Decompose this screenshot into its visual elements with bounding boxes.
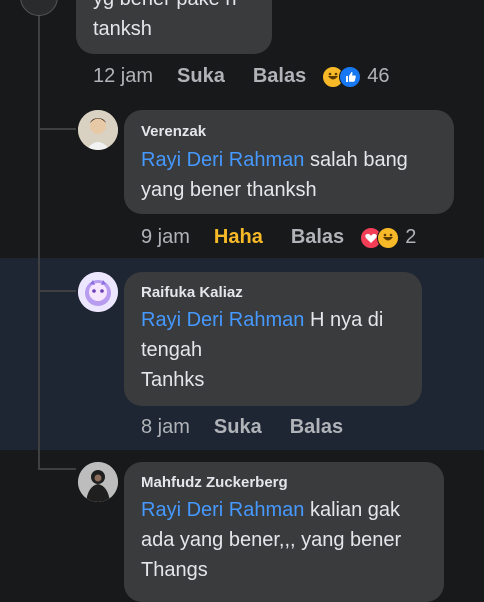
comment-text-line: tanksh bbox=[93, 18, 152, 40]
comment-text-line: Tanhks bbox=[141, 369, 205, 391]
reply-button[interactable]: Balas bbox=[291, 226, 344, 248]
comment-text-line: Rayi Deri Rahman salah bang bbox=[141, 149, 408, 171]
thread-line bbox=[38, 0, 40, 470]
comment-text-line: Rayi Deri Rahman kalian gak bbox=[141, 499, 401, 521]
avatar[interactable] bbox=[78, 462, 118, 502]
comment-time[interactable]: 12 jam bbox=[93, 65, 153, 87]
comment-text-line: yg bener pake h bbox=[93, 0, 236, 14]
like-icon bbox=[339, 65, 362, 88]
comment-text-line: Thangs bbox=[141, 559, 208, 581]
like-button[interactable]: Suka bbox=[214, 416, 262, 438]
thread-branch bbox=[38, 128, 76, 130]
comment-meta: 9 jam Haha Balas 2 bbox=[141, 226, 416, 249]
comment-author[interactable]: Verenzak bbox=[141, 123, 206, 140]
mention-link[interactable]: Rayi Deri Rahman bbox=[141, 149, 304, 171]
comment-meta: 8 jam Suka Balas bbox=[141, 416, 343, 439]
reply-button[interactable]: Balas bbox=[290, 416, 343, 438]
comment-time[interactable]: 8 jam bbox=[141, 416, 190, 438]
reaction-summary[interactable]: 46 bbox=[322, 65, 389, 88]
avatar[interactable] bbox=[78, 272, 118, 312]
like-button[interactable]: Suka bbox=[177, 65, 225, 87]
comment-author[interactable]: Raifuka Kaliaz bbox=[141, 284, 243, 301]
reply-button[interactable]: Balas bbox=[253, 65, 306, 87]
comment-time[interactable]: 9 jam bbox=[141, 226, 190, 248]
mention-link[interactable]: Rayi Deri Rahman bbox=[141, 499, 304, 521]
reaction-count: 46 bbox=[367, 65, 390, 88]
parent-avatar[interactable] bbox=[20, 0, 58, 16]
comment-text-line: ada yang bener,,, yang bener bbox=[141, 529, 402, 551]
thread-branch bbox=[38, 290, 76, 292]
mention-link[interactable]: Rayi Deri Rahman bbox=[141, 309, 304, 331]
comment-text-line: yang bener thanksh bbox=[141, 179, 317, 201]
reaction-count: 2 bbox=[405, 226, 417, 249]
comment-text-line: tengah bbox=[141, 339, 203, 361]
haha-reaction-button[interactable]: Haha bbox=[214, 226, 263, 248]
comment-text-line: Rayi Deri Rahman H nya di bbox=[141, 309, 384, 331]
reaction-summary[interactable]: 2 bbox=[360, 226, 416, 249]
comment-author[interactable]: Mahfudz Zuckerberg bbox=[141, 474, 288, 491]
thread-branch bbox=[38, 468, 76, 470]
comment-meta: 12 jam Suka Balas 46 bbox=[93, 65, 389, 88]
avatar[interactable] bbox=[78, 110, 118, 150]
haha-icon bbox=[377, 226, 400, 249]
